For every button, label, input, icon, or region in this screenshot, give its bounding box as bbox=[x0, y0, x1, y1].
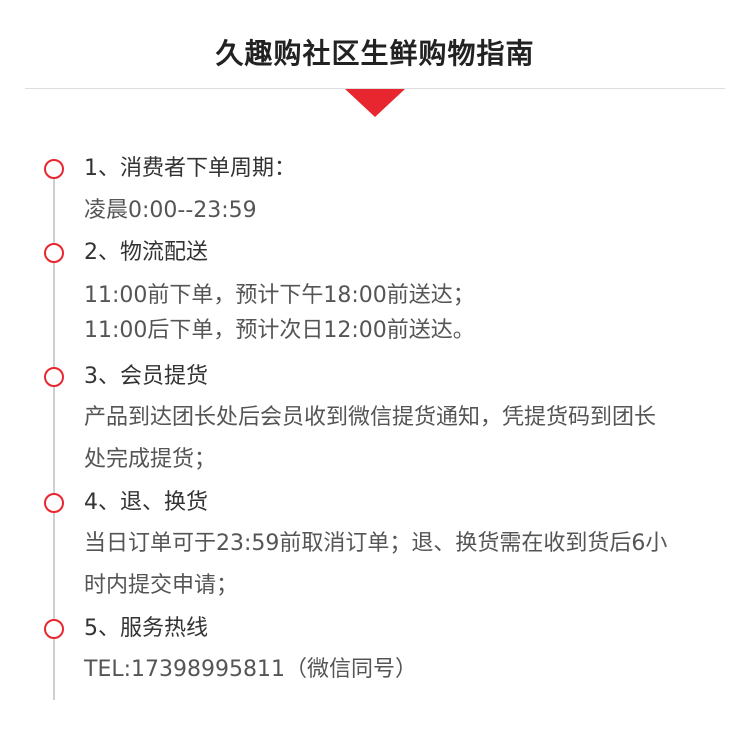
section-body-line: 当日订单可于23:59前取消订单；退、换货需在收到货后6小 bbox=[84, 531, 668, 556]
section-body-line: 处完成提货； bbox=[84, 447, 217, 472]
timeline-dot-5 bbox=[44, 619, 64, 639]
section-body-5: TEL:17398995811（微信同号） bbox=[84, 649, 724, 691]
timeline-dot-4 bbox=[44, 493, 64, 513]
section-heading-4: 4、退、换货 bbox=[84, 490, 208, 515]
section-body-1: 凌晨0:00--23:59 bbox=[84, 190, 724, 232]
section-body-line: 凌晨0:00--23:59 bbox=[84, 198, 257, 223]
section-body-3: 产品到达团长处后会员收到微信提货通知，凭提货码到团长 处完成提货； bbox=[84, 397, 724, 481]
section-body-4: 当日订单可于23:59前取消订单；退、换货需在收到货后6小 时内提交申请； bbox=[84, 523, 724, 607]
section-body-2: 11:00前下单，预计下午18:00前送达； 11:00后下单，预计次日12:0… bbox=[84, 274, 724, 344]
hotline-text: TEL:17398995811（微信同号） bbox=[84, 657, 417, 682]
timeline-dot-2 bbox=[44, 243, 64, 263]
section-body-line: 11:00前下单，预计下午18:00前送达； bbox=[84, 283, 475, 308]
section-body-line: 时内提交申请； bbox=[84, 573, 239, 598]
section-heading-1: 1、消费者下单周期： bbox=[84, 156, 296, 181]
timeline-dot-1 bbox=[44, 159, 64, 179]
red-pointer-icon bbox=[345, 89, 405, 117]
section-heading-3: 3、会员提货 bbox=[84, 364, 208, 389]
section-heading-2: 2、物流配送 bbox=[84, 240, 208, 265]
section-body-line: 产品到达团长处后会员收到微信提货通知，凭提货码到团长 bbox=[84, 405, 657, 430]
section-heading-5: 5、服务热线 bbox=[84, 616, 208, 641]
page-title: 久趣购社区生鲜购物指南 bbox=[215, 37, 535, 70]
section-body-line: 11:00后下单，预计次日12:00前送达。 bbox=[84, 318, 475, 343]
timeline-dot-3 bbox=[44, 367, 64, 387]
